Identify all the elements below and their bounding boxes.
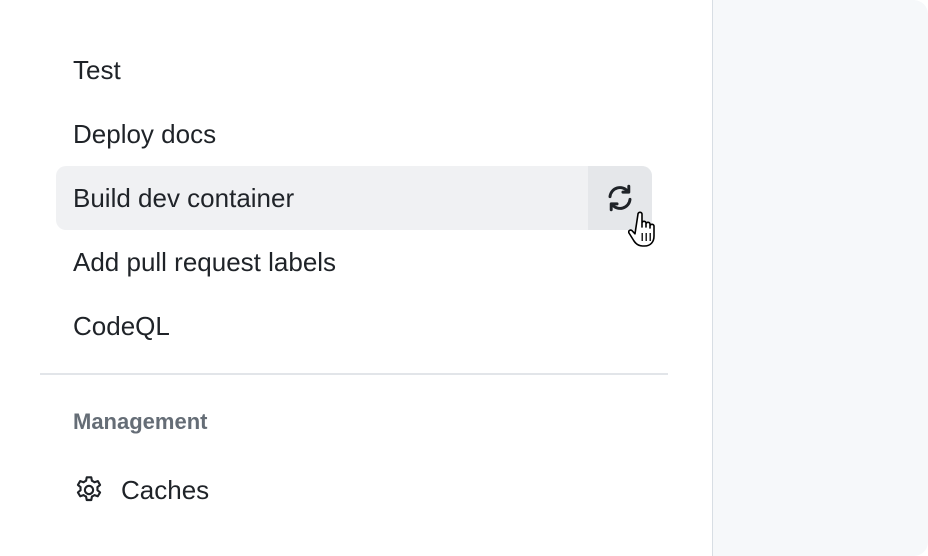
management-heading: Management: [73, 409, 208, 434]
sidebar-item-label: Test: [73, 54, 121, 85]
sidebar-item-add-pull-request-labels[interactable]: Add pull request labels: [56, 230, 652, 294]
workflow-sidebar: Test Deploy docs Build dev container Add…: [0, 0, 712, 556]
gear-icon: [73, 474, 105, 506]
main-content-pane: [712, 0, 928, 556]
sidebar-item-codeql[interactable]: CodeQL: [56, 294, 652, 358]
sidebar-item-deploy-docs[interactable]: Deploy docs: [56, 102, 652, 166]
sidebar-item-caches[interactable]: Caches: [56, 458, 652, 522]
rerun-workflow-button[interactable]: [588, 166, 652, 230]
sidebar-item-label: Caches: [121, 474, 210, 505]
sidebar-divider: [40, 373, 668, 375]
sidebar-item-test[interactable]: Test: [56, 38, 652, 102]
sidebar-item-build-dev-container[interactable]: Build dev container: [56, 166, 652, 230]
sidebar-item-label: Deploy docs: [73, 118, 217, 149]
page: Test Deploy docs Build dev container Add…: [0, 0, 928, 556]
sync-icon: [608, 184, 632, 212]
sidebar-item-label: Add pull request labels: [73, 246, 337, 277]
sidebar-item-label: CodeQL: [73, 310, 170, 341]
sidebar-item-label: Build dev container: [73, 182, 295, 213]
